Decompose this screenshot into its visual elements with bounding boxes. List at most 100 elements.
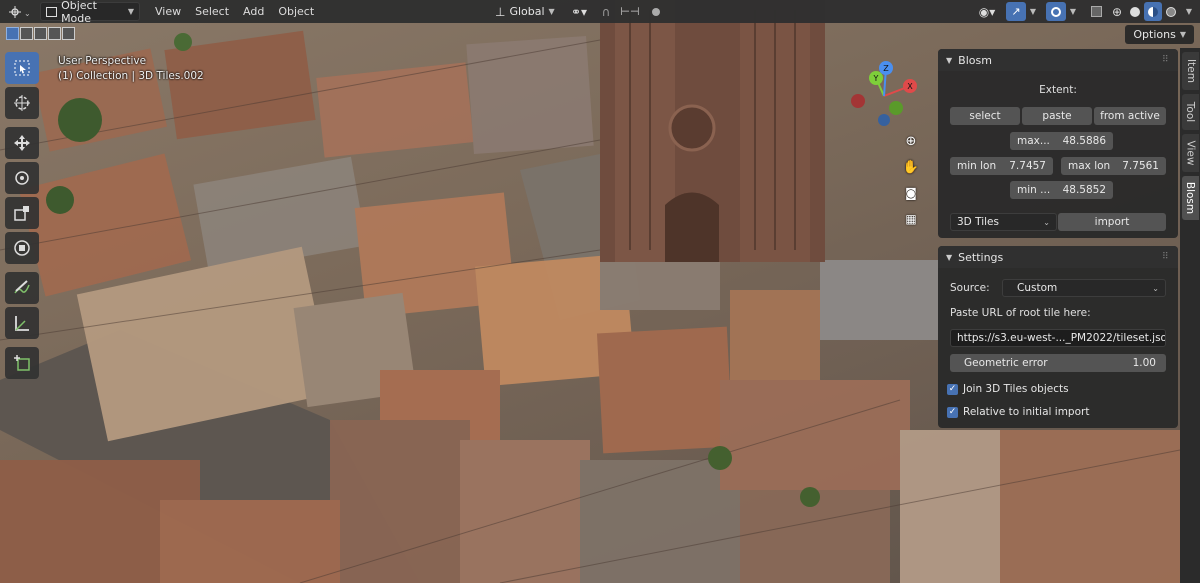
join-tiles-label: Join 3D Tiles objects: [963, 383, 1069, 395]
rotate-tool[interactable]: [5, 162, 39, 194]
source-label: Source:: [950, 282, 990, 294]
cursor-tool[interactable]: [5, 87, 39, 119]
chevron-down-icon: ▼: [1185, 7, 1193, 16]
shading-material[interactable]: [1144, 2, 1162, 21]
chevron-down-icon: ▼: [1179, 30, 1186, 39]
gizmo-dropdown[interactable]: ▼: [1027, 2, 1039, 21]
menu-select[interactable]: Select: [188, 2, 236, 21]
min-lon-value: 7.7457: [1009, 160, 1046, 172]
viewport-header: ⌄ Object Mode ▼ View Select Add Object ⊥…: [0, 0, 1200, 25]
snap-target-button[interactable]: ⊢⊣: [617, 2, 643, 21]
wireframe-shading-icon: ⊕: [1111, 4, 1123, 19]
select-extend-icon[interactable]: [20, 27, 33, 40]
scale-icon: [14, 206, 29, 221]
min-lat-field[interactable]: min ... 48.5852: [1010, 181, 1113, 199]
editor-type-icon[interactable]: ⌄: [6, 2, 34, 21]
link-icon: ⚭▾: [570, 4, 588, 19]
transform-orientation-dropdown[interactable]: ⊥ Global ▼: [490, 2, 560, 21]
tab-view[interactable]: View: [1182, 134, 1199, 172]
max-lat-field[interactable]: max... 48.5886: [1010, 132, 1113, 150]
data-type-dropdown[interactable]: 3D Tiles ⌄: [950, 213, 1057, 231]
menu-view[interactable]: View: [148, 2, 188, 21]
tab-blosm[interactable]: Blosm: [1182, 176, 1199, 220]
measure-tool[interactable]: [5, 307, 39, 339]
select-button[interactable]: select: [950, 107, 1020, 125]
pan-button[interactable]: ✋: [900, 156, 922, 178]
max-lat-label: max...: [1017, 135, 1050, 147]
from-active-button[interactable]: from active: [1094, 107, 1166, 125]
gizmo-neg-z[interactable]: [878, 114, 890, 126]
proportional-edit-toggle[interactable]: [646, 2, 666, 21]
scale-tool[interactable]: [5, 197, 39, 229]
chevron-down-icon: ⌄: [1043, 217, 1050, 227]
perspective-toggle-button[interactable]: ▦: [900, 208, 922, 230]
pivot-point-button[interactable]: ⚭▾: [566, 2, 592, 21]
select-box-icon: [14, 60, 30, 76]
blosm-panel: ▼ Blosm ⠿ Extent: select paste from acti…: [938, 49, 1178, 238]
select-new-icon[interactable]: [6, 27, 19, 40]
chevron-down-icon: ⌄: [1152, 283, 1159, 293]
move-tool[interactable]: [5, 127, 39, 159]
xray-toggle[interactable]: [1086, 2, 1106, 21]
blosm-panel-header[interactable]: ▼ Blosm: [938, 49, 1178, 71]
geometric-error-label: Geometric error: [964, 357, 1048, 369]
overlay-icon: [1051, 6, 1061, 17]
root-tile-url-input[interactable]: https://s3.eu-west-..._PM2022/tileset.js…: [950, 329, 1166, 347]
extent-label: Extent:: [1039, 84, 1077, 96]
select-subtract-icon[interactable]: [34, 27, 47, 40]
snap-toggle[interactable]: ∩: [596, 2, 616, 21]
tab-tool[interactable]: Tool: [1182, 94, 1199, 130]
rendered-shading-icon: [1166, 6, 1176, 17]
navigation-buttons: ⊕ ✋ ◙ ▦: [900, 130, 922, 234]
chevron-down-icon: ▼: [1029, 7, 1037, 16]
active-collection-label: (1) Collection | 3D Tiles.002: [58, 70, 204, 82]
select-box-tool[interactable]: [5, 52, 39, 84]
settings-panel-header[interactable]: ▼ Settings: [938, 246, 1178, 268]
options-button[interactable]: Options ▼: [1125, 25, 1194, 44]
drag-handle-icon[interactable]: ⠿: [1162, 55, 1172, 65]
min-lon-field[interactable]: min lon 7.7457: [950, 157, 1053, 175]
menu-add[interactable]: Add: [236, 2, 271, 21]
add-cube-tool[interactable]: [5, 347, 39, 379]
transform-tool[interactable]: [5, 232, 39, 264]
navigation-gizmo[interactable]: X Y Z: [846, 58, 926, 138]
menu-object[interactable]: Object: [271, 2, 321, 21]
tab-item[interactable]: Item: [1182, 52, 1199, 90]
source-dropdown[interactable]: Custom ⌄: [1002, 279, 1166, 297]
shading-solid[interactable]: [1126, 2, 1144, 21]
tab-blosm-label: Blosm: [1184, 181, 1197, 215]
paste-button[interactable]: paste: [1022, 107, 1092, 125]
shading-rendered[interactable]: [1162, 2, 1180, 21]
overlay-toggle[interactable]: [1046, 2, 1066, 21]
gizmo-y-label: Y: [873, 74, 879, 83]
gizmo-neg-y[interactable]: [889, 101, 903, 115]
selection-mode-bar: [6, 24, 75, 44]
mode-dropdown[interactable]: Object Mode ▼: [40, 0, 140, 25]
annotate-tool[interactable]: [5, 272, 39, 304]
camera-view-button[interactable]: ◙: [900, 182, 922, 204]
chevron-down-icon: ▼: [127, 7, 134, 16]
object-mode-icon: [46, 6, 58, 17]
overlay-dropdown[interactable]: ▼: [1067, 2, 1079, 21]
chevron-down-icon: ▼: [548, 7, 555, 16]
select-intersect-icon[interactable]: [62, 27, 75, 40]
max-lon-field[interactable]: max lon 7.7561: [1061, 157, 1166, 175]
settings-panel-title: Settings: [958, 250, 1004, 264]
shading-dropdown[interactable]: ▼: [1182, 2, 1196, 21]
proportional-edit-icon: [652, 7, 660, 16]
visibility-dropdown[interactable]: ◉▾: [974, 2, 1000, 21]
join-tiles-checkbox[interactable]: ✓ Join 3D Tiles objects: [947, 383, 1069, 395]
gizmo-neg-x[interactable]: [851, 94, 865, 108]
gizmo-icon: ↗: [1011, 5, 1021, 18]
snap-increment-icon: ⊢⊣: [620, 5, 640, 18]
gizmo-toggle[interactable]: ↗: [1006, 2, 1026, 21]
relative-import-checkbox[interactable]: ✓ Relative to initial import: [947, 406, 1089, 418]
import-button[interactable]: import: [1058, 213, 1166, 231]
min-lat-value: 48.5852: [1062, 184, 1106, 196]
geometric-error-field[interactable]: Geometric error 1.00: [950, 354, 1166, 372]
gizmo-z-label: Z: [883, 64, 889, 73]
shading-wireframe[interactable]: ⊕: [1108, 2, 1126, 21]
zoom-button[interactable]: ⊕: [900, 130, 922, 152]
select-difference-icon[interactable]: [48, 27, 61, 40]
drag-handle-icon[interactable]: ⠿: [1162, 252, 1172, 262]
